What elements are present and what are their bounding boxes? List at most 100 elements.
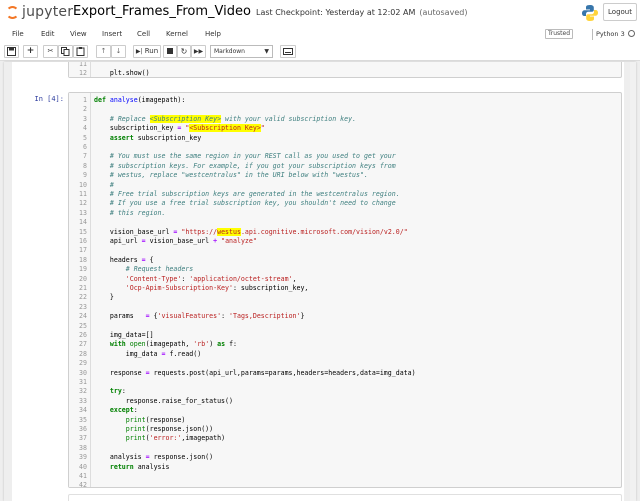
code-text: # westus, replace "westcentralus" in the…	[109, 171, 368, 180]
code-text: plt.show()	[94, 69, 150, 77]
menu-insert[interactable]: Insert	[102, 30, 122, 38]
line-number: 3	[83, 114, 87, 123]
line-number: 42	[79, 481, 87, 490]
line-number: 9	[83, 171, 87, 180]
code-cell[interactable]: 1 def analyse(imagepath): 2 3 # Replace <Su…	[68, 92, 622, 490]
line-number: 23	[79, 302, 87, 311]
code-line: 31	[69, 378, 621, 387]
code-line: 40 return analysis	[69, 463, 621, 472]
line-number: 31	[79, 378, 87, 386]
play-icon: ▶|	[135, 48, 143, 55]
code-text: # subscription keys. For example, if you…	[109, 161, 396, 170]
code-text: except:	[109, 406, 138, 415]
code-line: 1 def analyse(imagepath):	[69, 96, 621, 105]
line-number: 4	[83, 124, 87, 133]
code-text: 'Ocp-Apim-Subscription-Key': subscriptio…	[125, 284, 309, 292]
notebook-container[interactable]: 11 12 plt.show() In [4]: 1 def analyse(im…	[4, 62, 636, 501]
copy-button[interactable]	[58, 45, 73, 58]
line-number: 16	[79, 237, 87, 245]
code-text: params = {'visualFeatures': 'Tags,Descri…	[94, 312, 305, 321]
code-line: 23	[69, 303, 621, 312]
kernel-status-icon	[628, 30, 635, 37]
plus-icon: +	[26, 46, 35, 56]
code-text: response.raise_for_status()	[94, 396, 233, 405]
move-down-button[interactable]: 🡓	[111, 45, 126, 58]
logout-button[interactable]: Logout	[603, 3, 637, 21]
code-line: 16 api_url = vision_base_url + "analyze"	[69, 237, 621, 246]
next-code-cell[interactable]	[68, 494, 622, 501]
code-line: 37 print('error:',imagepath)	[69, 434, 621, 443]
jupyter-logo[interactable]: jupyter	[6, 4, 73, 22]
cell-type-select[interactable]: Markdown ▼	[210, 45, 273, 58]
kernel-separator	[592, 29, 593, 40]
menu-view[interactable]: View	[70, 30, 87, 38]
line-number: 12	[79, 69, 87, 77]
line-number: 24	[79, 312, 87, 321]
code-text: print(response)	[125, 415, 186, 424]
menu-help[interactable]: Help	[205, 30, 221, 38]
code-line: 21 'Ocp-Apim-Subscription-Key': subscrip…	[69, 284, 621, 293]
run-button[interactable]: ▶| Run	[133, 45, 161, 58]
code-line: 42	[69, 481, 621, 490]
code-text: with open(imagepath, 'rb') as f:	[109, 340, 238, 349]
code-line: 12 # If you use a free trial subscriptio…	[69, 199, 621, 208]
code-line: 11 # Free trial subscription keys are ge…	[69, 190, 621, 199]
save-button[interactable]	[4, 45, 19, 58]
restart-button[interactable]: ↻	[177, 45, 191, 58]
paste-button[interactable]	[73, 45, 88, 58]
code-line: 4 subscription_key = "<Subscription Key>…	[69, 124, 621, 133]
code-text: 'Content-Type': 'application/octet-strea…	[125, 274, 297, 283]
code-text: api_url = vision_base_url + "analyze"	[94, 237, 257, 245]
copy-icon	[61, 47, 70, 56]
menu-kernel[interactable]: Kernel	[166, 30, 188, 38]
line-number: 40	[79, 462, 87, 471]
line-number: 29	[79, 359, 87, 368]
line-number: 6	[83, 143, 87, 151]
line-number: 30	[79, 368, 87, 377]
line-number: 11	[79, 62, 87, 68]
notebook-page: 11 12 plt.show() In [4]: 1 def analyse(im…	[12, 62, 624, 501]
previous-code-cell[interactable]: 11 12 plt.show()	[68, 62, 622, 78]
code-line: 6	[69, 143, 621, 152]
move-up-button[interactable]: 🡑	[96, 45, 111, 58]
cut-button[interactable]: ✂	[43, 45, 58, 58]
code-text: print('error:',imagepath)	[125, 434, 226, 443]
stop-icon	[167, 48, 173, 54]
restart-run-all-button[interactable]: ▶▶	[191, 45, 206, 58]
code-text: # this region.	[109, 208, 166, 217]
interrupt-button[interactable]	[163, 45, 177, 58]
header: jupyter Export_Frames_From_Video Last Ch…	[0, 0, 640, 27]
notebook-name[interactable]: Export_Frames_From_Video	[73, 4, 251, 19]
menu-edit[interactable]: Edit	[41, 30, 55, 38]
code-text: #	[109, 180, 114, 189]
line-number: 8	[83, 161, 87, 170]
menu-cell[interactable]: Cell	[137, 30, 150, 38]
line-number: 22	[79, 293, 87, 302]
fast-forward-icon: ▶▶	[193, 48, 204, 55]
code-text: img_data = f.read()	[94, 349, 202, 358]
trusted-indicator[interactable]: Trusted	[545, 29, 573, 39]
line-number: 26	[79, 331, 87, 339]
insert-cell-button[interactable]: +	[23, 45, 38, 58]
python-logo-icon	[582, 5, 598, 21]
line-number: 38	[79, 443, 87, 452]
run-label: Run	[144, 47, 159, 55]
code-line: 3 # Replace <Subscription Key> with your…	[69, 114, 621, 124]
save-icon	[7, 47, 16, 56]
code-line: 29	[69, 359, 621, 368]
line-number: 36	[79, 425, 87, 433]
menu-file[interactable]: File	[12, 30, 24, 38]
line-number: 28	[79, 349, 87, 358]
code-line: 9 # westus, replace "westcentralus" in t…	[69, 171, 621, 180]
code-line: 27 with open(imagepath, 'rb') as f:	[69, 340, 621, 349]
code-text: def analyse(imagepath):	[94, 96, 186, 104]
code-text: assert subscription_key	[109, 133, 202, 142]
line-number: 27	[79, 340, 87, 349]
line-number: 7	[83, 152, 87, 161]
scrollbar[interactable]	[630, 62, 636, 501]
code-line: 26 img_data=[]	[69, 331, 621, 340]
line-number: 32	[79, 387, 87, 396]
command-palette-button[interactable]	[280, 45, 296, 58]
code-line: 24 params = {'visualFeatures': 'Tags,Des…	[69, 312, 621, 321]
code-text: return analysis	[109, 462, 170, 471]
